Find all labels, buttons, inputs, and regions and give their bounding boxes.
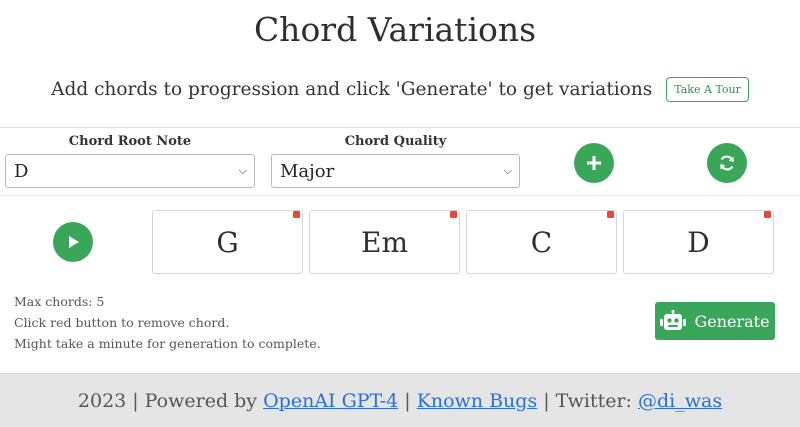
take-tour-button[interactable]: Take A Tour [666,76,749,102]
openai-link[interactable]: OpenAI GPT-4 [263,390,398,412]
play-icon [69,236,79,248]
root-note-value: D [14,161,29,182]
twitter-link[interactable]: @di_was [638,390,722,412]
robot-icon [660,310,687,330]
chord-name: G [216,225,239,259]
remove-chord-button[interactable] [607,211,614,218]
chord-card[interactable]: Em [309,210,460,274]
remove-chord-button[interactable] [293,211,300,218]
chord-card[interactable]: G [152,210,303,274]
chord-name: Em [361,225,408,259]
add-chord-button[interactable] [574,143,614,183]
max-chords-text: Max chords: 5 [14,294,105,309]
refresh-icon [720,155,734,171]
footer-separator: | [543,389,550,412]
chord-quality-select[interactable]: Major ⌵ [271,154,520,188]
plus-icon [587,156,601,170]
generate-label: Generate [694,311,770,331]
footer-separator: | [404,389,411,412]
page-title: Chord Variations [253,10,537,49]
remove-hint-text: Click red button to remove chord. [14,315,230,330]
footer-year: 2023 [77,389,127,412]
footer: 2023 | Powered by OpenAI GPT-4 | Known B… [0,373,800,427]
divider [0,127,800,128]
play-button[interactable] [53,222,93,262]
footer-powered-text: Powered by [144,389,258,412]
chord-name: D [687,225,710,259]
subtitle-row: Add chords to progression and click 'Gen… [0,73,800,105]
chord-card[interactable]: D [623,210,774,274]
remove-chord-button[interactable] [764,211,771,218]
divider [0,195,800,196]
wait-hint-text: Might take a minute for generation to co… [14,336,321,351]
known-bugs-link[interactable]: Known Bugs [417,390,538,412]
chord-quality-value: Major [280,161,335,182]
root-note-select[interactable]: D ⌵ [5,154,255,188]
remove-chord-button[interactable] [450,211,457,218]
chevron-down-icon: ⌵ [238,164,247,177]
chord-quality-label: Chord Quality [344,134,447,149]
subtitle: Add chords to progression and click 'Gen… [51,78,653,100]
footer-separator: | [132,389,139,412]
generate-button[interactable]: Generate [655,302,775,340]
root-note-label: Chord Root Note [68,134,192,149]
chord-card[interactable]: C [466,210,617,274]
footer-twitter-text: Twitter: [555,389,632,412]
chord-name: C [530,225,553,259]
reset-button[interactable] [707,143,747,183]
chevron-down-icon: ⌵ [503,164,512,177]
